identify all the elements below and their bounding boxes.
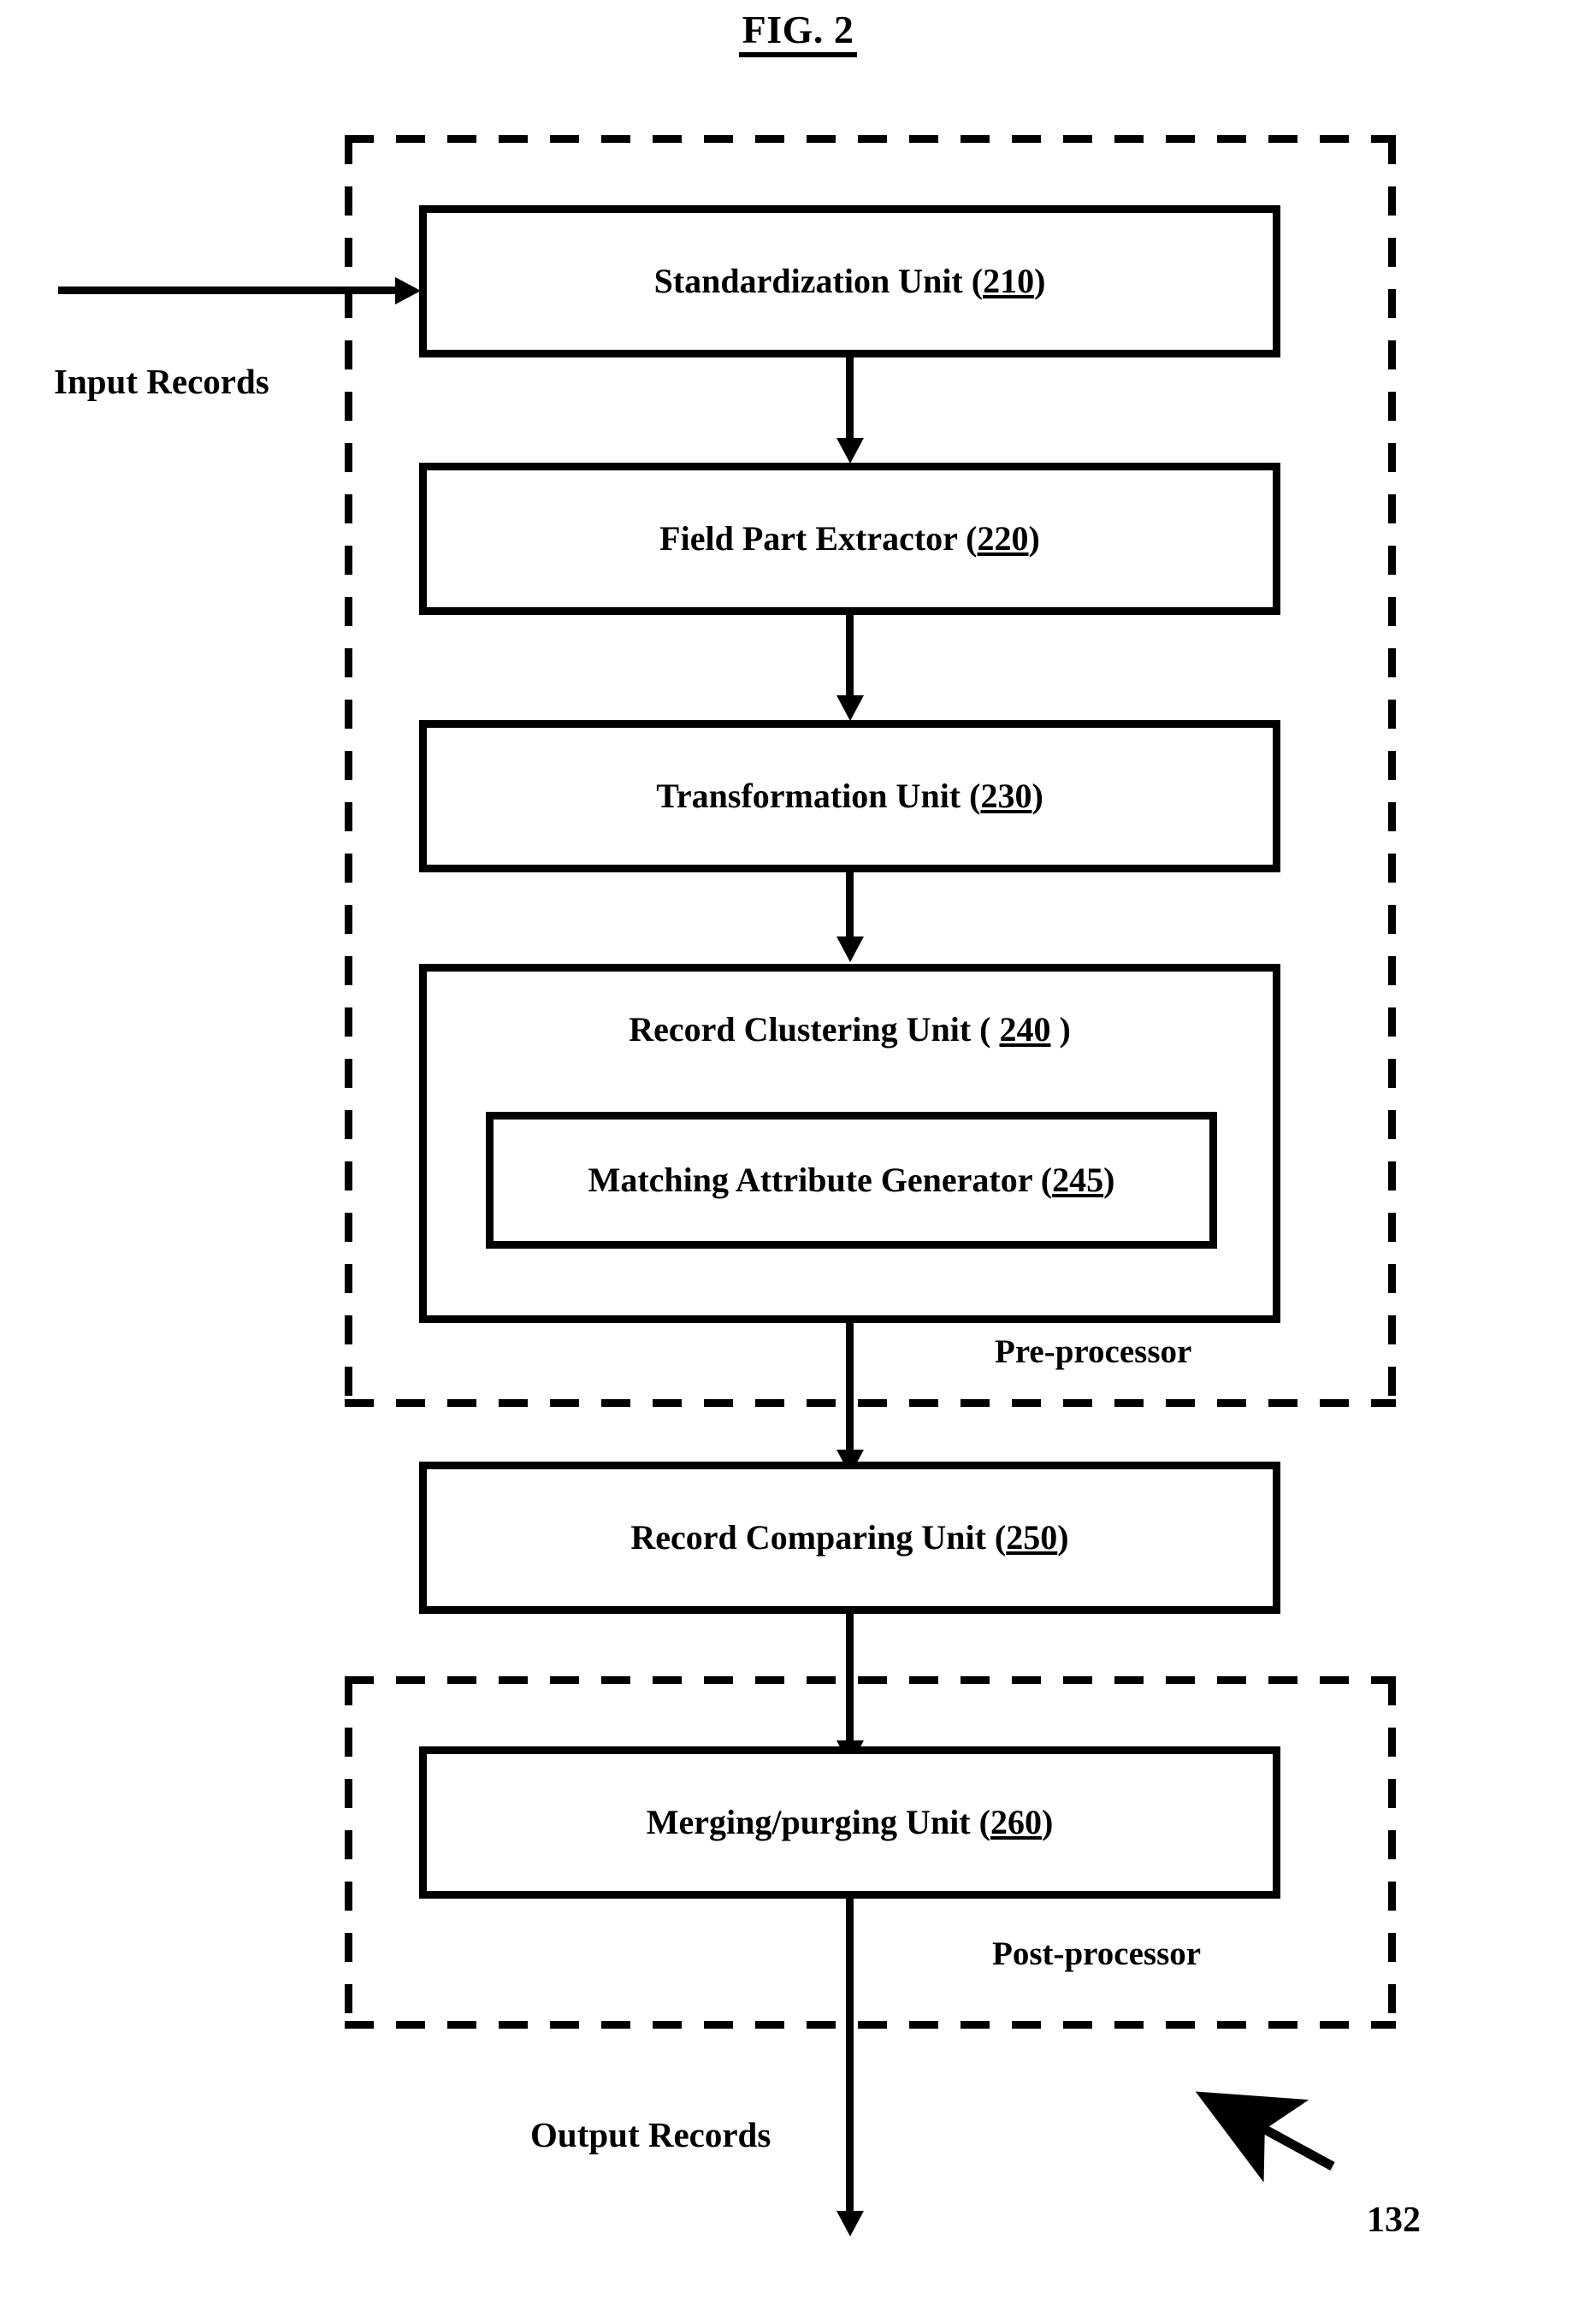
output-records-arrowhead bbox=[836, 2211, 864, 2236]
post-processor-label: Post-processor bbox=[992, 1935, 1202, 1972]
reference-numeral-132: 132 bbox=[1367, 2201, 1421, 2240]
block-record-comparing-unit-label: Record Comparing Unit (250) bbox=[630, 1519, 1068, 1557]
reference-numeral-210: 210 bbox=[983, 262, 1035, 300]
label-suffix: ) bbox=[1103, 1161, 1115, 1199]
block-field-part-extractor: Field Part Extractor (220) bbox=[419, 463, 1280, 615]
label-prefix: Matching Attribute Generator ( bbox=[588, 1161, 1053, 1199]
label-suffix: ) bbox=[1050, 1010, 1071, 1049]
post-processor-border-right bbox=[1388, 1676, 1396, 2029]
label-suffix: ) bbox=[1028, 519, 1040, 558]
reference-numeral-250: 250 bbox=[1006, 1518, 1058, 1557]
block-standardization-unit: Standardization Unit (210) bbox=[419, 205, 1280, 357]
post-processor-border-bottom bbox=[345, 2021, 1396, 2029]
label-prefix: Transformation Unit ( bbox=[656, 777, 981, 815]
input-records-label: Input Records bbox=[54, 362, 269, 401]
output-records-connector bbox=[846, 1899, 854, 2222]
block-matching-attribute-generator: Matching Attribute Generator (245) bbox=[486, 1112, 1217, 1249]
block-transformation-unit-label: Transformation Unit (230) bbox=[656, 777, 1043, 815]
label-prefix: Standardization Unit ( bbox=[653, 262, 984, 300]
input-records-connector bbox=[58, 287, 400, 294]
reference-numeral-240: 240 bbox=[999, 1010, 1051, 1049]
label-suffix: ) bbox=[1041, 1803, 1054, 1841]
label-suffix: ) bbox=[1034, 262, 1046, 300]
label-prefix: Record Clustering Unit ( bbox=[629, 1010, 1000, 1049]
connector-220-230-line bbox=[846, 615, 854, 704]
reference-numeral-230: 230 bbox=[980, 777, 1032, 815]
block-field-part-extractor-label: Field Part Extractor (220) bbox=[659, 520, 1040, 558]
pre-processor-border-top bbox=[345, 135, 1396, 143]
patent-figure: FIG. 2 Pre-processor Post-processor Inpu… bbox=[0, 0, 1596, 2316]
connector-250-260-line bbox=[846, 1614, 854, 1751]
pre-processor-border-left bbox=[345, 135, 352, 1407]
block-merging-purging-unit-label: Merging/purging Unit (260) bbox=[647, 1804, 1054, 1841]
block-record-comparing-unit: Record Comparing Unit (250) bbox=[419, 1462, 1280, 1614]
pre-processor-border-right bbox=[1388, 135, 1396, 1407]
block-matching-attribute-generator-label: Matching Attribute Generator (245) bbox=[588, 1161, 1115, 1199]
connector-210-220-line bbox=[846, 357, 854, 446]
block-merging-purging-unit: Merging/purging Unit (260) bbox=[419, 1746, 1280, 1899]
pre-processor-border-bottom bbox=[345, 1399, 1396, 1407]
label-prefix: Record Comparing Unit ( bbox=[630, 1518, 1007, 1557]
label-suffix: ) bbox=[1057, 1518, 1069, 1557]
block-standardization-unit-label: Standardization Unit (210) bbox=[654, 263, 1046, 300]
reference-numeral-245: 245 bbox=[1052, 1161, 1104, 1199]
connector-210-220-arrowhead bbox=[836, 438, 864, 464]
connector-240-250-line bbox=[846, 1323, 854, 1460]
connector-230-240-arrowhead bbox=[836, 936, 864, 962]
input-records-arrowhead bbox=[395, 277, 421, 304]
connector-220-230-arrowhead bbox=[836, 695, 864, 721]
output-records-label: Output Records bbox=[530, 2115, 771, 2154]
label-prefix: Field Part Extractor ( bbox=[659, 519, 978, 558]
pre-processor-label: Pre-processor bbox=[995, 1333, 1192, 1370]
figure-title-text: FIG. 2 bbox=[738, 9, 858, 58]
post-processor-border-left bbox=[345, 1676, 352, 2029]
block-transformation-unit: Transformation Unit (230) bbox=[419, 720, 1280, 872]
post-processor-border-top bbox=[345, 1676, 1396, 1684]
reference-numeral-260: 260 bbox=[990, 1803, 1042, 1841]
block-record-clustering-unit-label: Record Clustering Unit ( 240 ) bbox=[427, 1011, 1273, 1049]
figure-title: FIG. 2 bbox=[0, 7, 1596, 58]
label-suffix: ) bbox=[1031, 777, 1043, 815]
connector-230-240-line bbox=[846, 872, 854, 941]
label-prefix: Merging/purging Unit ( bbox=[646, 1803, 990, 1841]
reference-numeral-220: 220 bbox=[977, 519, 1029, 558]
